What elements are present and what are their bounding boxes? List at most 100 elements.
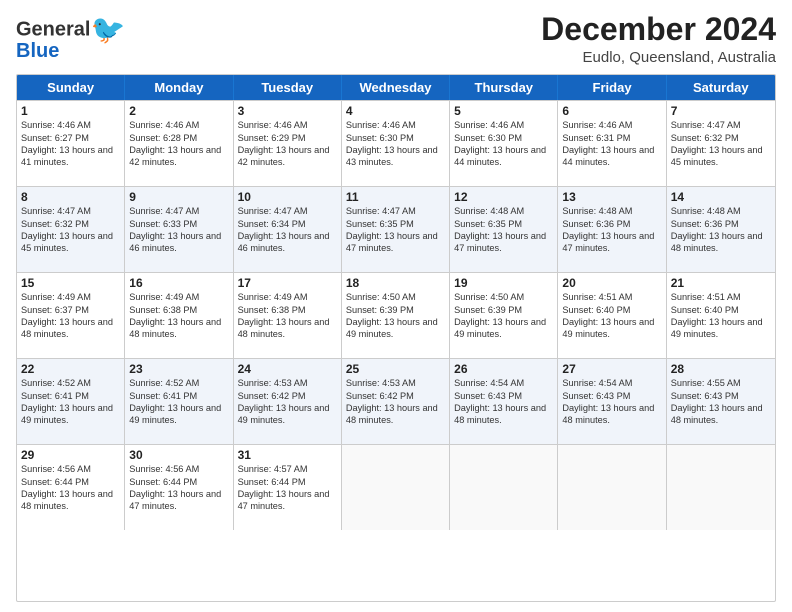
- cell-info: Sunrise: 4:49 AM Sunset: 6:38 PM Dayligh…: [238, 291, 337, 341]
- day-number: 2: [129, 104, 228, 118]
- title-area: December 2024 Eudlo, Queensland, Austral…: [541, 12, 776, 66]
- day-number: 15: [21, 276, 120, 290]
- cell-info: Sunrise: 4:46 AM Sunset: 6:29 PM Dayligh…: [238, 119, 337, 169]
- calendar-cell-w2-d6: 13Sunrise: 4:48 AM Sunset: 6:36 PM Dayli…: [558, 187, 666, 272]
- cell-info: Sunrise: 4:47 AM Sunset: 6:32 PM Dayligh…: [671, 119, 771, 169]
- day-number: 7: [671, 104, 771, 118]
- calendar-cell-w4-d2: 23Sunrise: 4:52 AM Sunset: 6:41 PM Dayli…: [125, 359, 233, 444]
- cell-info: Sunrise: 4:46 AM Sunset: 6:30 PM Dayligh…: [454, 119, 553, 169]
- calendar-cell-w5-d7: [667, 445, 775, 530]
- logo-bird-icon: 🐦: [90, 14, 125, 45]
- logo: General🐦 Blue: [16, 16, 125, 63]
- day-number: 22: [21, 362, 120, 376]
- calendar-cell-w2-d7: 14Sunrise: 4:48 AM Sunset: 6:36 PM Dayli…: [667, 187, 775, 272]
- calendar-cell-w1-d3: 3Sunrise: 4:46 AM Sunset: 6:29 PM Daylig…: [234, 101, 342, 186]
- cell-info: Sunrise: 4:55 AM Sunset: 6:43 PM Dayligh…: [671, 377, 771, 427]
- calendar-week-2: 8Sunrise: 4:47 AM Sunset: 6:32 PM Daylig…: [17, 186, 775, 272]
- day-number: 13: [562, 190, 661, 204]
- cell-info: Sunrise: 4:48 AM Sunset: 6:36 PM Dayligh…: [562, 205, 661, 255]
- calendar-cell-w4-d5: 26Sunrise: 4:54 AM Sunset: 6:43 PM Dayli…: [450, 359, 558, 444]
- header-sunday: Sunday: [17, 75, 125, 100]
- cell-info: Sunrise: 4:48 AM Sunset: 6:36 PM Dayligh…: [671, 205, 771, 255]
- calendar-cell-w3-d7: 21Sunrise: 4:51 AM Sunset: 6:40 PM Dayli…: [667, 273, 775, 358]
- day-number: 12: [454, 190, 553, 204]
- calendar-cell-w5-d3: 31Sunrise: 4:57 AM Sunset: 6:44 PM Dayli…: [234, 445, 342, 530]
- calendar-cell-w4-d6: 27Sunrise: 4:54 AM Sunset: 6:43 PM Dayli…: [558, 359, 666, 444]
- day-number: 21: [671, 276, 771, 290]
- cell-info: Sunrise: 4:46 AM Sunset: 6:28 PM Dayligh…: [129, 119, 228, 169]
- calendar-cell-w3-d5: 19Sunrise: 4:50 AM Sunset: 6:39 PM Dayli…: [450, 273, 558, 358]
- cell-info: Sunrise: 4:53 AM Sunset: 6:42 PM Dayligh…: [346, 377, 445, 427]
- header-monday: Monday: [125, 75, 233, 100]
- calendar-cell-w3-d1: 15Sunrise: 4:49 AM Sunset: 6:37 PM Dayli…: [17, 273, 125, 358]
- cell-info: Sunrise: 4:49 AM Sunset: 6:38 PM Dayligh…: [129, 291, 228, 341]
- cell-info: Sunrise: 4:47 AM Sunset: 6:33 PM Dayligh…: [129, 205, 228, 255]
- calendar-cell-w5-d2: 30Sunrise: 4:56 AM Sunset: 6:44 PM Dayli…: [125, 445, 233, 530]
- day-number: 9: [129, 190, 228, 204]
- page: General🐦 Blue December 2024 Eudlo, Queen…: [0, 0, 792, 612]
- header-tuesday: Tuesday: [234, 75, 342, 100]
- day-number: 1: [21, 104, 120, 118]
- calendar-cell-w4-d7: 28Sunrise: 4:55 AM Sunset: 6:43 PM Dayli…: [667, 359, 775, 444]
- calendar-cell-w3-d2: 16Sunrise: 4:49 AM Sunset: 6:38 PM Dayli…: [125, 273, 233, 358]
- calendar-header: Sunday Monday Tuesday Wednesday Thursday…: [17, 75, 775, 100]
- calendar-cell-w3-d6: 20Sunrise: 4:51 AM Sunset: 6:40 PM Dayli…: [558, 273, 666, 358]
- day-number: 31: [238, 448, 337, 462]
- calendar-week-1: 1Sunrise: 4:46 AM Sunset: 6:27 PM Daylig…: [17, 100, 775, 186]
- calendar-cell-w4-d4: 25Sunrise: 4:53 AM Sunset: 6:42 PM Dayli…: [342, 359, 450, 444]
- day-number: 23: [129, 362, 228, 376]
- cell-info: Sunrise: 4:50 AM Sunset: 6:39 PM Dayligh…: [454, 291, 553, 341]
- day-number: 17: [238, 276, 337, 290]
- cell-info: Sunrise: 4:56 AM Sunset: 6:44 PM Dayligh…: [129, 463, 228, 513]
- cell-info: Sunrise: 4:56 AM Sunset: 6:44 PM Dayligh…: [21, 463, 120, 513]
- header: General🐦 Blue December 2024 Eudlo, Queen…: [16, 12, 776, 66]
- day-number: 6: [562, 104, 661, 118]
- day-number: 5: [454, 104, 553, 118]
- day-number: 18: [346, 276, 445, 290]
- day-number: 20: [562, 276, 661, 290]
- calendar-cell-w5-d1: 29Sunrise: 4:56 AM Sunset: 6:44 PM Dayli…: [17, 445, 125, 530]
- cell-info: Sunrise: 4:54 AM Sunset: 6:43 PM Dayligh…: [454, 377, 553, 427]
- day-number: 10: [238, 190, 337, 204]
- cell-info: Sunrise: 4:47 AM Sunset: 6:35 PM Dayligh…: [346, 205, 445, 255]
- logo-general: General: [16, 18, 90, 40]
- day-number: 16: [129, 276, 228, 290]
- cell-info: Sunrise: 4:51 AM Sunset: 6:40 PM Dayligh…: [671, 291, 771, 341]
- calendar-cell-w2-d3: 10Sunrise: 4:47 AM Sunset: 6:34 PM Dayli…: [234, 187, 342, 272]
- cell-info: Sunrise: 4:48 AM Sunset: 6:35 PM Dayligh…: [454, 205, 553, 255]
- calendar-body: 1Sunrise: 4:46 AM Sunset: 6:27 PM Daylig…: [17, 100, 775, 530]
- month-title: December 2024: [541, 12, 776, 47]
- location: Eudlo, Queensland, Australia: [541, 49, 776, 66]
- calendar-cell-w1-d6: 6Sunrise: 4:46 AM Sunset: 6:31 PM Daylig…: [558, 101, 666, 186]
- day-number: 19: [454, 276, 553, 290]
- calendar-cell-w4-d1: 22Sunrise: 4:52 AM Sunset: 6:41 PM Dayli…: [17, 359, 125, 444]
- cell-info: Sunrise: 4:53 AM Sunset: 6:42 PM Dayligh…: [238, 377, 337, 427]
- calendar-cell-w3-d3: 17Sunrise: 4:49 AM Sunset: 6:38 PM Dayli…: [234, 273, 342, 358]
- cell-info: Sunrise: 4:51 AM Sunset: 6:40 PM Dayligh…: [562, 291, 661, 341]
- cell-info: Sunrise: 4:47 AM Sunset: 6:34 PM Dayligh…: [238, 205, 337, 255]
- calendar-week-5: 29Sunrise: 4:56 AM Sunset: 6:44 PM Dayli…: [17, 444, 775, 530]
- calendar-cell-w4-d3: 24Sunrise: 4:53 AM Sunset: 6:42 PM Dayli…: [234, 359, 342, 444]
- cell-info: Sunrise: 4:46 AM Sunset: 6:30 PM Dayligh…: [346, 119, 445, 169]
- calendar-cell-w2-d5: 12Sunrise: 4:48 AM Sunset: 6:35 PM Dayli…: [450, 187, 558, 272]
- calendar-cell-w2-d2: 9Sunrise: 4:47 AM Sunset: 6:33 PM Daylig…: [125, 187, 233, 272]
- day-number: 8: [21, 190, 120, 204]
- header-friday: Friday: [558, 75, 666, 100]
- day-number: 28: [671, 362, 771, 376]
- calendar-cell-w1-d2: 2Sunrise: 4:46 AM Sunset: 6:28 PM Daylig…: [125, 101, 233, 186]
- day-number: 25: [346, 362, 445, 376]
- cell-info: Sunrise: 4:57 AM Sunset: 6:44 PM Dayligh…: [238, 463, 337, 513]
- day-number: 26: [454, 362, 553, 376]
- cell-info: Sunrise: 4:50 AM Sunset: 6:39 PM Dayligh…: [346, 291, 445, 341]
- cell-info: Sunrise: 4:54 AM Sunset: 6:43 PM Dayligh…: [562, 377, 661, 427]
- calendar-cell-w3-d4: 18Sunrise: 4:50 AM Sunset: 6:39 PM Dayli…: [342, 273, 450, 358]
- cell-info: Sunrise: 4:46 AM Sunset: 6:31 PM Dayligh…: [562, 119, 661, 169]
- calendar-cell-w1-d7: 7Sunrise: 4:47 AM Sunset: 6:32 PM Daylig…: [667, 101, 775, 186]
- cell-info: Sunrise: 4:47 AM Sunset: 6:32 PM Dayligh…: [21, 205, 120, 255]
- header-wednesday: Wednesday: [342, 75, 450, 100]
- header-saturday: Saturday: [667, 75, 775, 100]
- calendar-week-3: 15Sunrise: 4:49 AM Sunset: 6:37 PM Dayli…: [17, 272, 775, 358]
- day-number: 14: [671, 190, 771, 204]
- calendar: Sunday Monday Tuesday Wednesday Thursday…: [16, 74, 776, 602]
- logo-blue: Blue: [16, 40, 59, 63]
